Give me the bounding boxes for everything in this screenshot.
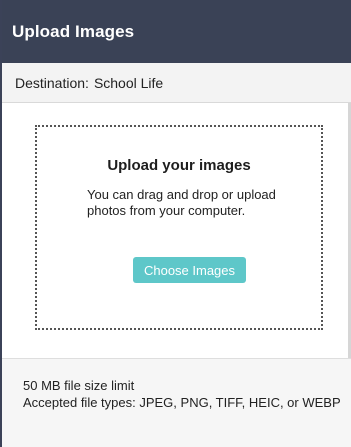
drop-zone-title: Upload your images: [107, 157, 251, 174]
destination-bar: Destination: School Life: [2, 63, 351, 103]
choose-images-button[interactable]: Choose Images: [133, 257, 246, 283]
destination-value: School Life: [93, 74, 164, 91]
upload-images-dialog: Upload Images Destination: School Life U…: [0, 0, 351, 447]
image-drop-zone[interactable]: Upload your images You can drag and drop…: [35, 125, 323, 330]
upload-requirements: 50 MB file size limit Accepted file type…: [2, 358, 351, 447]
dialog-header: Upload Images: [2, 0, 351, 63]
drop-zone-description: You can drag and drop or upload photos f…: [87, 187, 276, 218]
accepted-file-types: Accepted file types: JPEG, PNG, TIFF, HE…: [23, 395, 341, 410]
destination-label: Destination:: [15, 74, 89, 91]
file-size-limit: 50 MB file size limit: [23, 378, 135, 393]
dialog-title: Upload Images: [12, 21, 135, 41]
